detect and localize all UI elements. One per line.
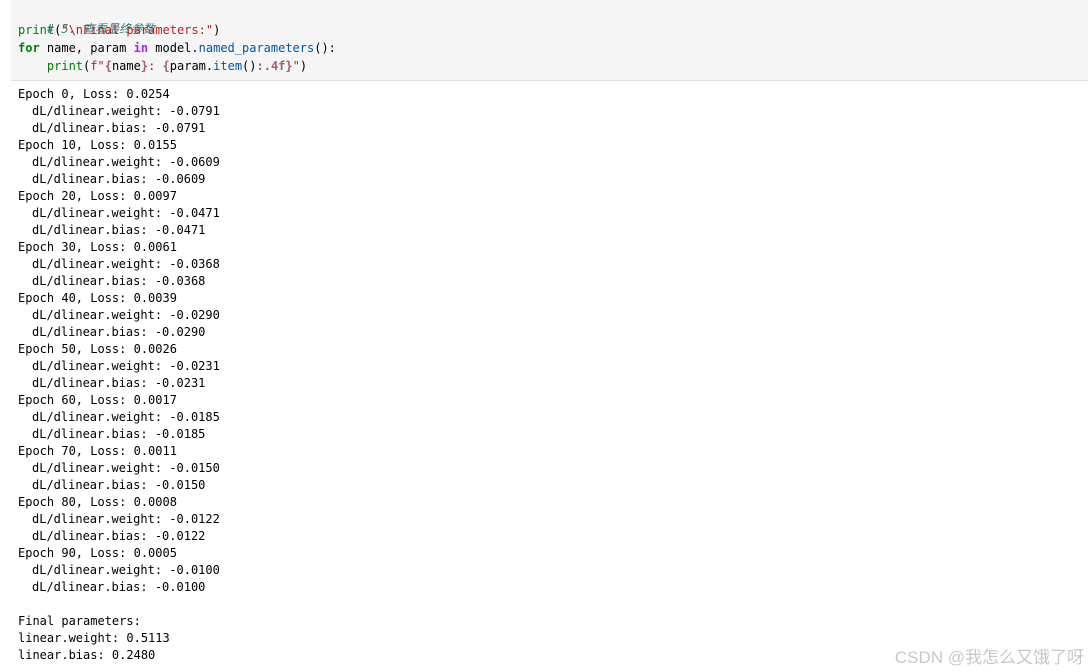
- weight-grad-line: dL/dlinear.weight: -0.0471: [32, 206, 220, 220]
- epoch-block: Epoch 0, Loss: 0.0254 dL/dlinear.weight:…: [18, 86, 1018, 137]
- brace-open-1: {: [104, 59, 112, 73]
- epoch-block: Epoch 80, Loss: 0.0008 dL/dlinear.weight…: [18, 494, 1018, 545]
- code-print-line: print("\nFinal parameters:"): [18, 22, 220, 39]
- weight-grad-line: dL/dlinear.weight: -0.0150: [32, 461, 220, 475]
- epoch-line: Epoch 10, Loss: 0.0155: [18, 138, 177, 152]
- weight-grad-line: dL/dlinear.weight: -0.0122: [32, 512, 220, 526]
- print-keyword: print: [18, 23, 55, 37]
- epoch-block: Epoch 40, Loss: 0.0039 dL/dlinear.weight…: [18, 290, 1018, 341]
- epoch-line: Epoch 60, Loss: 0.0017: [18, 393, 177, 407]
- epoch-line: Epoch 0, Loss: 0.0254: [18, 87, 170, 101]
- epoch-line: Epoch 20, Loss: 0.0097: [18, 189, 177, 203]
- fvar-name: name: [111, 59, 141, 73]
- weight-grad-line: dL/dlinear.weight: -0.0185: [32, 410, 220, 424]
- fvar-param: param.: [169, 59, 214, 73]
- brace-open-2: {: [162, 59, 170, 73]
- bias-grad-line: dL/dlinear.bias: -0.0471: [32, 223, 206, 237]
- bias-grad-line: dL/dlinear.bias: -0.0290: [32, 325, 206, 339]
- loop-vars: name, param: [39, 41, 134, 55]
- cell-output: Epoch 0, Loss: 0.0254 dL/dlinear.weight:…: [18, 86, 1018, 664]
- brace-close-2: }: [285, 59, 293, 73]
- final-bias-line: linear.bias: 0.2480: [18, 648, 156, 662]
- weight-grad-line: dL/dlinear.weight: -0.0290: [32, 308, 220, 322]
- epoch-block: Epoch 20, Loss: 0.0097 dL/dlinear.weight…: [18, 188, 1018, 239]
- epoch-line: Epoch 30, Loss: 0.0061: [18, 240, 177, 254]
- fvar-item: item: [213, 59, 243, 73]
- epoch-line: Epoch 70, Loss: 0.0011: [18, 444, 177, 458]
- epoch-line: Epoch 40, Loss: 0.0039: [18, 291, 177, 305]
- weight-grad-line: dL/dlinear.weight: -0.0609: [32, 155, 220, 169]
- in-keyword: in: [133, 41, 149, 55]
- bias-grad-line: dL/dlinear.bias: -0.0150: [32, 478, 206, 492]
- csdn-watermark: CSDN @我怎么又饿了呀: [894, 648, 1084, 667]
- epoch-block: Epoch 30, Loss: 0.0061 dL/dlinear.weight…: [18, 239, 1018, 290]
- weight-grad-line: dL/dlinear.weight: -0.0368: [32, 257, 220, 271]
- epoch-block: Epoch 60, Loss: 0.0017 dL/dlinear.weight…: [18, 392, 1018, 443]
- weight-grad-line: dL/dlinear.weight: -0.0231: [32, 359, 220, 373]
- final-weight-line: linear.weight: 0.5113: [18, 631, 170, 645]
- loop-end: ():: [314, 41, 336, 55]
- epoch-block: Epoch 50, Loss: 0.0026 dL/dlinear.weight…: [18, 341, 1018, 392]
- bias-grad-line: dL/dlinear.bias: -0.0368: [32, 274, 206, 288]
- weight-grad-line: dL/dlinear.weight: -0.0791: [32, 104, 220, 118]
- bias-grad-line: dL/dlinear.bias: -0.0791: [32, 121, 206, 135]
- loop-object: model.: [148, 41, 199, 55]
- bias-grad-line: dL/dlinear.bias: -0.0609: [32, 172, 206, 186]
- fstring-end: ": [292, 59, 300, 73]
- bias-grad-line: dL/dlinear.bias: -0.0100: [32, 580, 206, 594]
- fstring-sep: :: [148, 59, 163, 73]
- loop-method: named_parameters: [198, 41, 315, 55]
- epoch-line: Epoch 80, Loss: 0.0008: [18, 495, 177, 509]
- for-keyword: for: [18, 41, 40, 55]
- epoch-line: Epoch 50, Loss: 0.0026: [18, 342, 177, 356]
- code-for-line: for name, param in model.named_parameter…: [18, 40, 336, 57]
- fstring-start: f": [90, 59, 105, 73]
- bias-grad-line: dL/dlinear.bias: -0.0122: [32, 529, 206, 543]
- code-cell[interactable]: # 5. 查看最终参数 print("\nFinal parameters:")…: [11, 0, 1088, 81]
- inner-print-keyword: print: [46, 59, 84, 73]
- format-spec: :.4f: [256, 59, 286, 73]
- weight-grad-line: dL/dlinear.weight: -0.0100: [32, 563, 220, 577]
- paren-close: ): [213, 23, 221, 37]
- epoch-block: Epoch 90, Loss: 0.0005 dL/dlinear.weight…: [18, 545, 1018, 596]
- inner-paren-close: ): [299, 59, 308, 73]
- bias-grad-line: dL/dlinear.bias: -0.0185: [32, 427, 206, 441]
- code-inner-print-line: print(f"{name}: {param.item():.4f}"): [18, 58, 307, 75]
- epoch-line: Epoch 90, Loss: 0.0005: [18, 546, 177, 560]
- print-string: "\nFinal parameters:": [61, 23, 214, 37]
- final-params-header: Final parameters:: [18, 614, 141, 628]
- code-comment-line: # 5. 查看最终参数: [18, 4, 155, 36]
- fvar-call: (): [242, 59, 257, 73]
- brace-close-1: }: [140, 59, 149, 73]
- epoch-block: Epoch 70, Loss: 0.0011 dL/dlinear.weight…: [18, 443, 1018, 494]
- bias-grad-line: dL/dlinear.bias: -0.0231: [32, 376, 206, 390]
- epoch-block: Epoch 10, Loss: 0.0155 dL/dlinear.weight…: [18, 137, 1018, 188]
